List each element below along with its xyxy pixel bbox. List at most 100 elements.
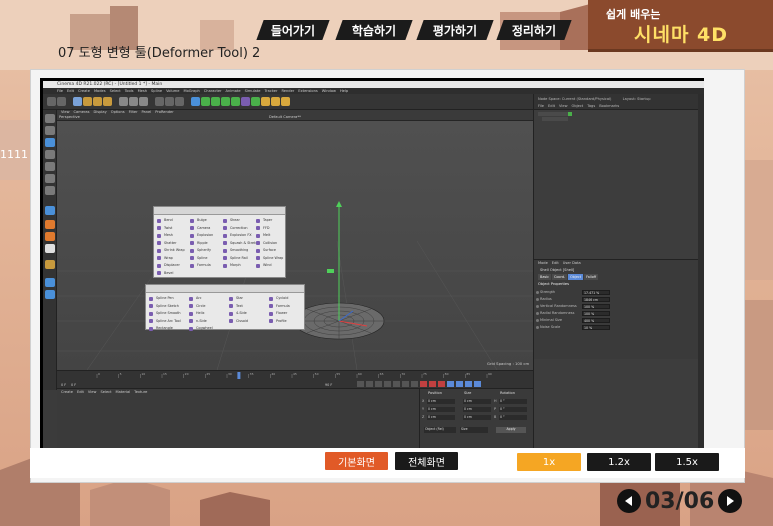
cloner-icon[interactable]: [221, 97, 230, 106]
coord-rotation-field[interactable]: 0 °: [499, 399, 527, 404]
material-menu-item-3[interactable]: Select: [100, 390, 111, 394]
menu-item-7[interactable]: Spline: [151, 89, 162, 93]
attribute-row-value[interactable]: 1846 cm: [582, 296, 610, 302]
coord-rotation-field[interactable]: 0 °: [499, 407, 527, 412]
coord-size-field[interactable]: 0 cm: [463, 415, 491, 420]
axis-z-icon[interactable]: [139, 97, 148, 106]
viewport-menu-item-3[interactable]: Options: [111, 110, 125, 114]
transport-control-icon[interactable]: [429, 381, 436, 387]
viewport-menu-item-6[interactable]: ProRender: [155, 110, 174, 114]
deformer-menu-item[interactable]: Taper: [255, 217, 286, 224]
frame-field-frame_current[interactable]: 0 F: [71, 383, 76, 387]
snap-icon[interactable]: [45, 220, 55, 229]
undo-icon[interactable]: [47, 97, 56, 106]
material-menu-item-1[interactable]: Edit: [77, 390, 84, 394]
transport-control-icon[interactable]: [474, 381, 481, 387]
deformer-menu-item[interactable]: Formula: [189, 262, 220, 269]
attribute-row-value[interactable]: 100 %: [582, 310, 610, 316]
fullscreen-button[interactable]: 전체화면: [395, 452, 458, 470]
render-icon[interactable]: [165, 97, 174, 106]
spline-menu-item[interactable]: Cissoid: [228, 318, 266, 325]
deformer-menu-item[interactable]: Camera: [189, 225, 220, 232]
deformer-menu-item[interactable]: Displacer: [156, 262, 187, 269]
floor-icon[interactable]: [261, 97, 270, 106]
attribute-tab-0[interactable]: Basic: [538, 274, 551, 280]
speed-1x-button[interactable]: 1x: [517, 453, 581, 471]
spline-menu-item[interactable]: Rectangle: [148, 325, 186, 332]
deformer-menu-item[interactable]: Mesh: [156, 232, 187, 239]
menu-item-16[interactable]: Window: [322, 89, 336, 93]
deformer-menu-item[interactable]: Twist: [156, 225, 187, 232]
transport-control-icon[interactable]: [411, 381, 418, 387]
viewport-menu-item-2[interactable]: Display: [94, 110, 107, 114]
render-settings-icon[interactable]: [175, 97, 184, 106]
workplane-icon[interactable]: [45, 150, 55, 159]
deformer-menu-item[interactable]: Smoothing: [222, 247, 253, 254]
axis-y-icon[interactable]: [129, 97, 138, 106]
next-page-button[interactable]: [718, 489, 743, 513]
deformer-menu-item[interactable]: Surface: [255, 247, 286, 254]
material-menu-item-4[interactable]: Material: [116, 390, 131, 394]
spline-menu-item[interactable]: Spline Pen: [148, 295, 186, 302]
solo-icon[interactable]: [45, 244, 55, 253]
attribute-tab-3[interactable]: Falloff: [584, 274, 599, 280]
spline-pen-icon[interactable]: [201, 97, 210, 106]
frame-field-frame_end[interactable]: 90 F: [325, 383, 332, 387]
3d-viewport[interactable]: Grid Spacing : 100 cm Bend Bulge Shear Tape…: [57, 121, 533, 370]
attribute-keyframe-icon[interactable]: [536, 311, 539, 315]
deformer-menu-item[interactable]: Spherify: [189, 247, 220, 254]
object-list-row-shell[interactable]: [542, 117, 568, 121]
object-menu-item-1[interactable]: Edit: [548, 104, 555, 108]
speed-1-2x-button[interactable]: 1.2x: [587, 453, 651, 471]
deformer-menu-item[interactable]: Spline Wrap: [255, 255, 286, 262]
object-menu-item-3[interactable]: Object: [572, 104, 584, 108]
locked-workplane-icon[interactable]: [45, 260, 55, 269]
points-mode-icon[interactable]: [45, 162, 55, 171]
menu-item-14[interactable]: Render: [281, 89, 294, 93]
deformer-menu-item[interactable]: Bend: [156, 217, 187, 224]
spline-menu-item[interactable]: n-Side: [188, 318, 226, 325]
viewport-menu-item-1[interactable]: Cameras: [74, 110, 90, 114]
transport-control-icon[interactable]: [384, 381, 391, 387]
transport-control-icon[interactable]: [447, 381, 454, 387]
spline-menu-item[interactable]: Circle: [188, 303, 226, 310]
spline-menu-item[interactable]: 4-Side: [228, 310, 266, 317]
viewport-menu-item-4[interactable]: Filter: [129, 110, 138, 114]
deformer-menu-item[interactable]: Collision: [255, 240, 286, 247]
coord-mode-select[interactable]: Object (Rel): [424, 427, 456, 433]
attribute-keyframe-icon[interactable]: [536, 325, 539, 329]
axis-x-icon[interactable]: [119, 97, 128, 106]
deformer-menu-item[interactable]: Spline: [189, 255, 220, 262]
attribute-keyframe-icon[interactable]: [536, 304, 539, 308]
menu-item-12[interactable]: Simulate: [245, 89, 261, 93]
deformer-menu-item[interactable]: Melt: [255, 232, 286, 239]
spline-menu-item[interactable]: Cycloid: [268, 295, 306, 302]
attribute-keyframe-icon[interactable]: [536, 318, 539, 322]
volume-icon[interactable]: [231, 97, 240, 106]
spline-menu-item[interactable]: Spline Smooth: [148, 310, 186, 317]
transport-control-icon[interactable]: [438, 381, 445, 387]
material-menu-item-5[interactable]: Texture: [134, 390, 147, 394]
deformer-menu-item[interactable]: Shear: [222, 217, 253, 224]
menu-item-9[interactable]: MoGraph: [183, 89, 199, 93]
coord-size-field[interactable]: 0 cm: [463, 399, 491, 404]
speed-1-5x-button[interactable]: 1.5x: [655, 453, 719, 471]
menu-item-17[interactable]: Help: [340, 89, 348, 93]
menu-item-8[interactable]: Volume: [166, 89, 179, 93]
prev-page-button[interactable]: [617, 489, 641, 513]
transport-control-icon[interactable]: [456, 381, 463, 387]
snap-settings-icon[interactable]: [45, 232, 55, 241]
attribute-tab-1[interactable]: Coord.: [551, 274, 568, 280]
menu-item-13[interactable]: Tracker: [265, 89, 278, 93]
attribute-menu-item-2[interactable]: User Data: [563, 261, 581, 265]
material-menu-item-0[interactable]: Create: [61, 390, 73, 394]
transport-control-icon[interactable]: [357, 381, 364, 387]
spline-menu-item[interactable]: Cogwheel: [188, 325, 226, 332]
frame-field-frame_start[interactable]: 0 F: [61, 383, 66, 387]
transport-control-icon[interactable]: [465, 381, 472, 387]
deformer-menu-item[interactable]: Explosion: [189, 232, 220, 239]
coord-size-field[interactable]: 0 cm: [463, 407, 491, 412]
menu-item-0[interactable]: File: [57, 89, 63, 93]
transport-control-icon[interactable]: [393, 381, 400, 387]
deformer-icon[interactable]: [241, 97, 250, 106]
